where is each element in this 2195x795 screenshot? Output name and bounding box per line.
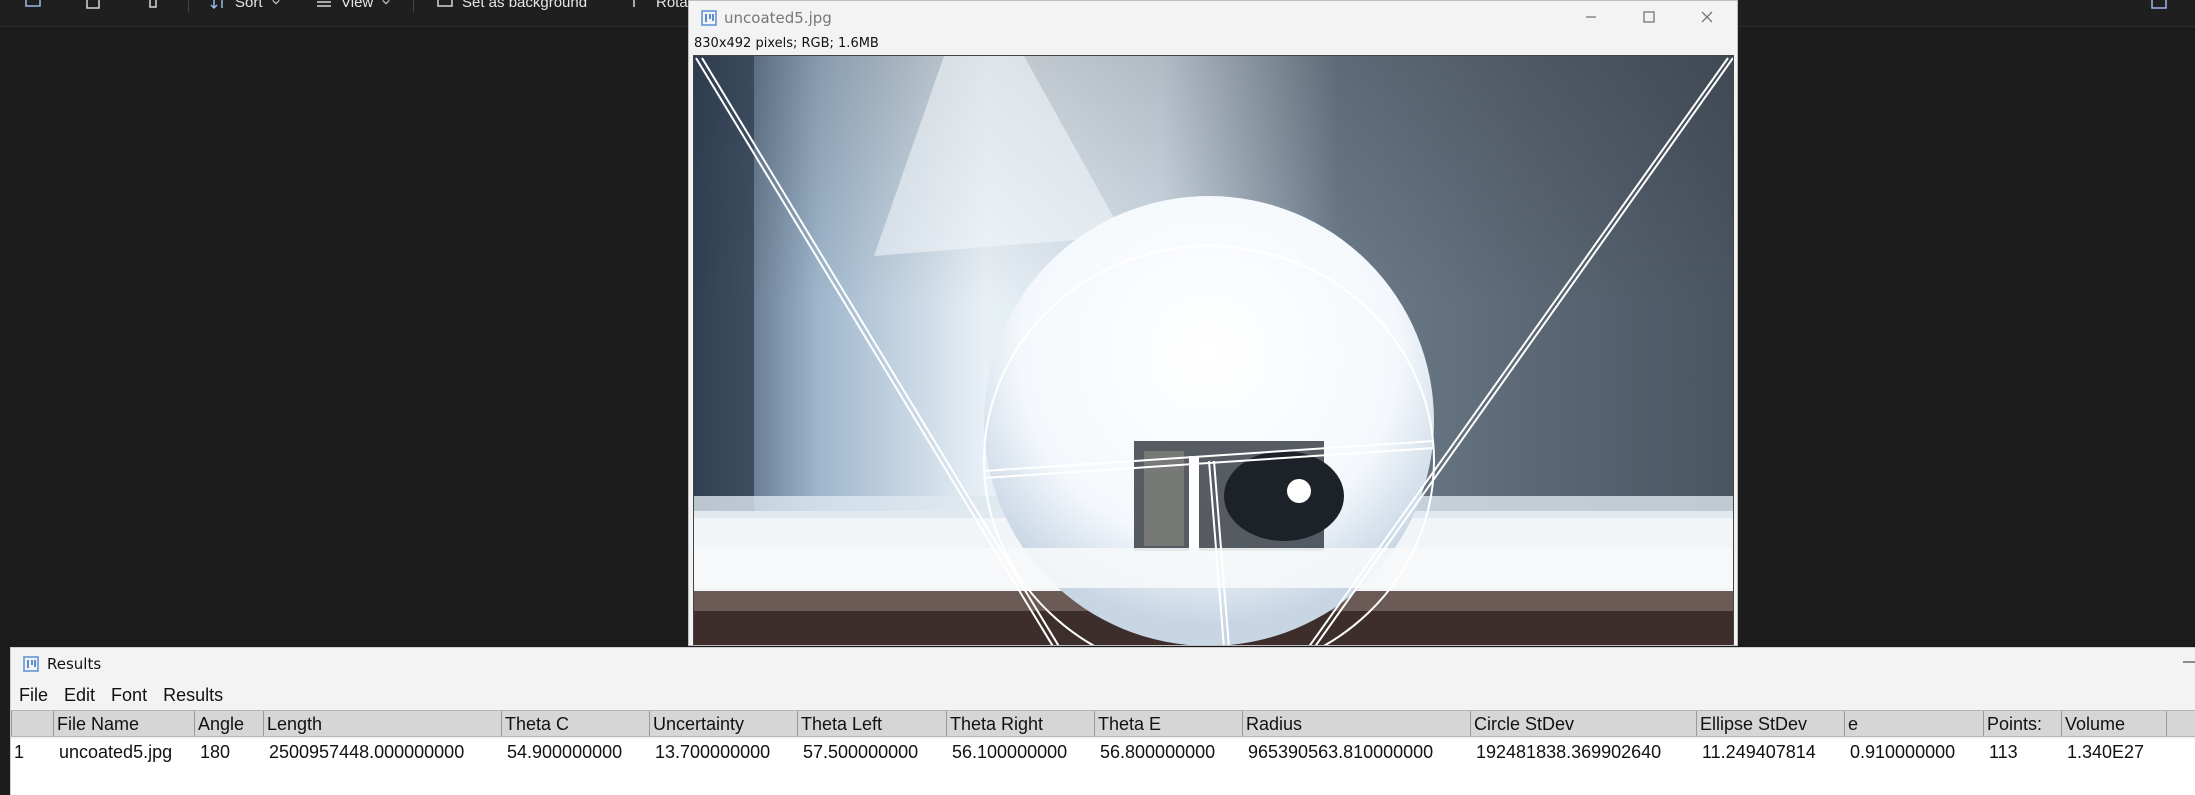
set-background-button[interactable]: Set as background [436,0,587,13]
results-title: Results [47,655,102,673]
slideshow-button[interactable] [24,0,42,13]
edit-icon [86,0,100,9]
cell-uncertainty: 13.700000000 [655,742,771,762]
view-label: View [341,0,374,11]
minimize-icon [1586,16,1596,18]
column-header-theta-c[interactable]: Theta C [501,711,649,736]
cell-radius: 965390563.810000000 [1248,742,1434,762]
cell-circle-stdev: 192481838.369902640 [1476,742,1662,762]
cell-theta-c: 54.900000000 [507,742,623,762]
image-info-text: 830x492 pixels; RGB; 1.6MB [694,36,879,51]
toolbar-divider [413,0,414,12]
column-header-theta-right[interactable]: Theta Right [946,711,1094,736]
info-icon [2151,0,2167,9]
column-header-theta-left[interactable]: Theta Left [797,711,946,736]
close-button[interactable] [1695,5,1719,29]
delete-button[interactable] [144,0,162,13]
cell-theta-left: 57.500000000 [803,742,919,762]
results-window[interactable]: Results File Edit Font Results File Name… [10,647,2195,795]
column-header-ellipse-stdev[interactable]: Ellipse StDev [1696,711,1844,736]
set-background-label: Set as background [462,0,588,11]
sort-icon [210,0,223,10]
sort-button[interactable]: Sort [209,0,281,13]
image-canvas[interactable] [693,55,1734,645]
results-titlebar[interactable]: Results [11,648,2195,678]
minimize-icon[interactable] [2179,652,2195,672]
column-header-theta-e[interactable]: Theta E [1094,711,1242,736]
cell-angle: 180 [200,742,231,762]
imagej-icon [23,656,39,672]
toolbar-divider [188,0,189,12]
column-header-e[interactable]: e [1844,711,1983,736]
column-header-circle-stdev[interactable]: Circle StDev [1470,711,1696,736]
column-header-index[interactable] [11,711,53,736]
column-header-radius[interactable]: Radius [1242,711,1470,736]
table-row[interactable]: 1 uncoated5.jpg 180 2500957448.000000000… [11,739,2195,766]
rotate-icon [633,0,635,7]
maximize-icon [1643,11,1655,23]
slideshow-icon [25,0,41,7]
column-header-angle[interactable]: Angle [194,711,263,736]
close-icon [1701,11,1713,23]
results-table-header: File Name Angle Length Theta C Uncertain… [11,710,2195,737]
menu-results[interactable]: Results [155,685,231,707]
droplet-photo [694,56,1733,645]
view-button[interactable]: View [315,0,391,13]
cell-theta-right: 56.100000000 [952,742,1068,762]
menu-file[interactable]: File [11,685,56,707]
row-index: 1 [14,742,25,762]
column-header-points[interactable]: Points: [1983,711,2061,736]
rotate-label: Rota [656,0,688,11]
cell-length: 2500957448.000000000 [269,742,465,762]
view-list-icon [317,1,331,7]
column-header-volume[interactable]: Volume [2061,711,2167,736]
cell-e: 0.910000000 [1850,742,1956,762]
minimize-button[interactable] [1579,5,1603,29]
column-header-length[interactable]: Length [263,711,501,736]
desktop-icon [437,0,453,7]
chevron-down-icon [271,0,280,5]
chevron-down-icon [382,0,390,5]
menu-edit[interactable]: Edit [56,685,103,707]
cell-ellipse-stdev: 11.249407814 [1702,742,1816,762]
maximize-button[interactable] [1637,5,1661,29]
cell-volume: 1.340E27 [2067,742,2145,762]
imagej-icon [701,10,717,26]
info-button[interactable] [2150,0,2168,13]
cell-points: 113 [1989,742,2018,762]
results-table-body[interactable] [11,766,2195,795]
edit-button[interactable] [84,0,102,13]
image-window[interactable]: uncoated5.jpg 830x492 pixels; RGB; 1.6MB [688,0,1738,646]
cell-file-name: uncoated5.jpg [59,742,173,762]
column-header-uncertainty[interactable]: Uncertainty [649,711,797,736]
column-header-file-name[interactable]: File Name [53,711,194,736]
trash-icon [149,0,157,8]
sort-label: Sort [235,0,263,11]
rotate-button[interactable]: Rota [630,0,688,13]
menu-font[interactable]: Font [103,685,155,707]
image-window-titlebar[interactable]: uncoated5.jpg [689,1,1737,34]
image-window-title: uncoated5.jpg [724,9,832,27]
cell-theta-e: 56.800000000 [1100,742,1216,762]
results-menubar: File Edit Font Results [11,685,231,707]
